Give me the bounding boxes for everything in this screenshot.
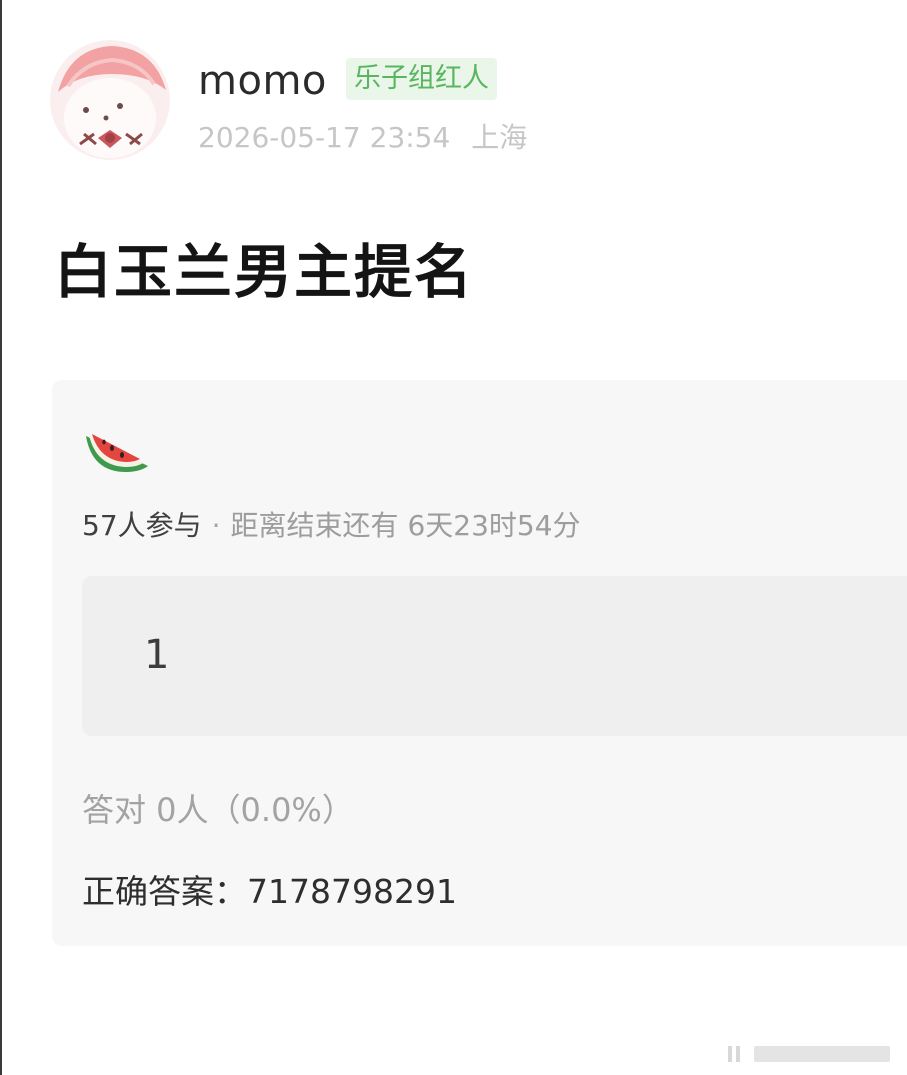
quiz-card: 57人参与 · 距离结束还有 6天23时54分 1 答对 0人（0.0%） 正确答案… xyxy=(52,380,907,946)
quiz-option[interactable]: 1 xyxy=(82,576,907,736)
seal-avatar-icon xyxy=(50,40,170,160)
watermark-logo xyxy=(728,1046,890,1062)
post-screenshot: momo 乐子组红人 2026-05-17 23:54 上海 白玉兰男主提名 5… xyxy=(0,0,907,1075)
author-badge: 乐子组红人 xyxy=(346,58,497,100)
stats-separator: · xyxy=(211,509,221,542)
post-meta: 2026-05-17 23:54 上海 xyxy=(198,118,527,158)
quiz-stats: 57人参与 · 距离结束还有 6天23时54分 xyxy=(82,504,581,548)
post-date: 2026-05-17 23:54 xyxy=(198,121,451,154)
avatar[interactable] xyxy=(50,40,170,160)
correct-answer: 正确答案：7178798291 xyxy=(82,872,457,911)
time-remaining: 距离结束还有 6天23时54分 xyxy=(230,509,581,542)
participant-count: 57人参与 xyxy=(82,509,202,542)
post-title: 白玉兰男主提名 xyxy=(54,238,475,306)
author-name[interactable]: momo xyxy=(198,56,327,106)
correct-count: 答对 0人（0.0%） xyxy=(82,791,354,829)
quiz-option-label: 1 xyxy=(144,632,170,678)
post-location: 上海 xyxy=(471,121,528,154)
watermelon-icon xyxy=(86,434,148,472)
